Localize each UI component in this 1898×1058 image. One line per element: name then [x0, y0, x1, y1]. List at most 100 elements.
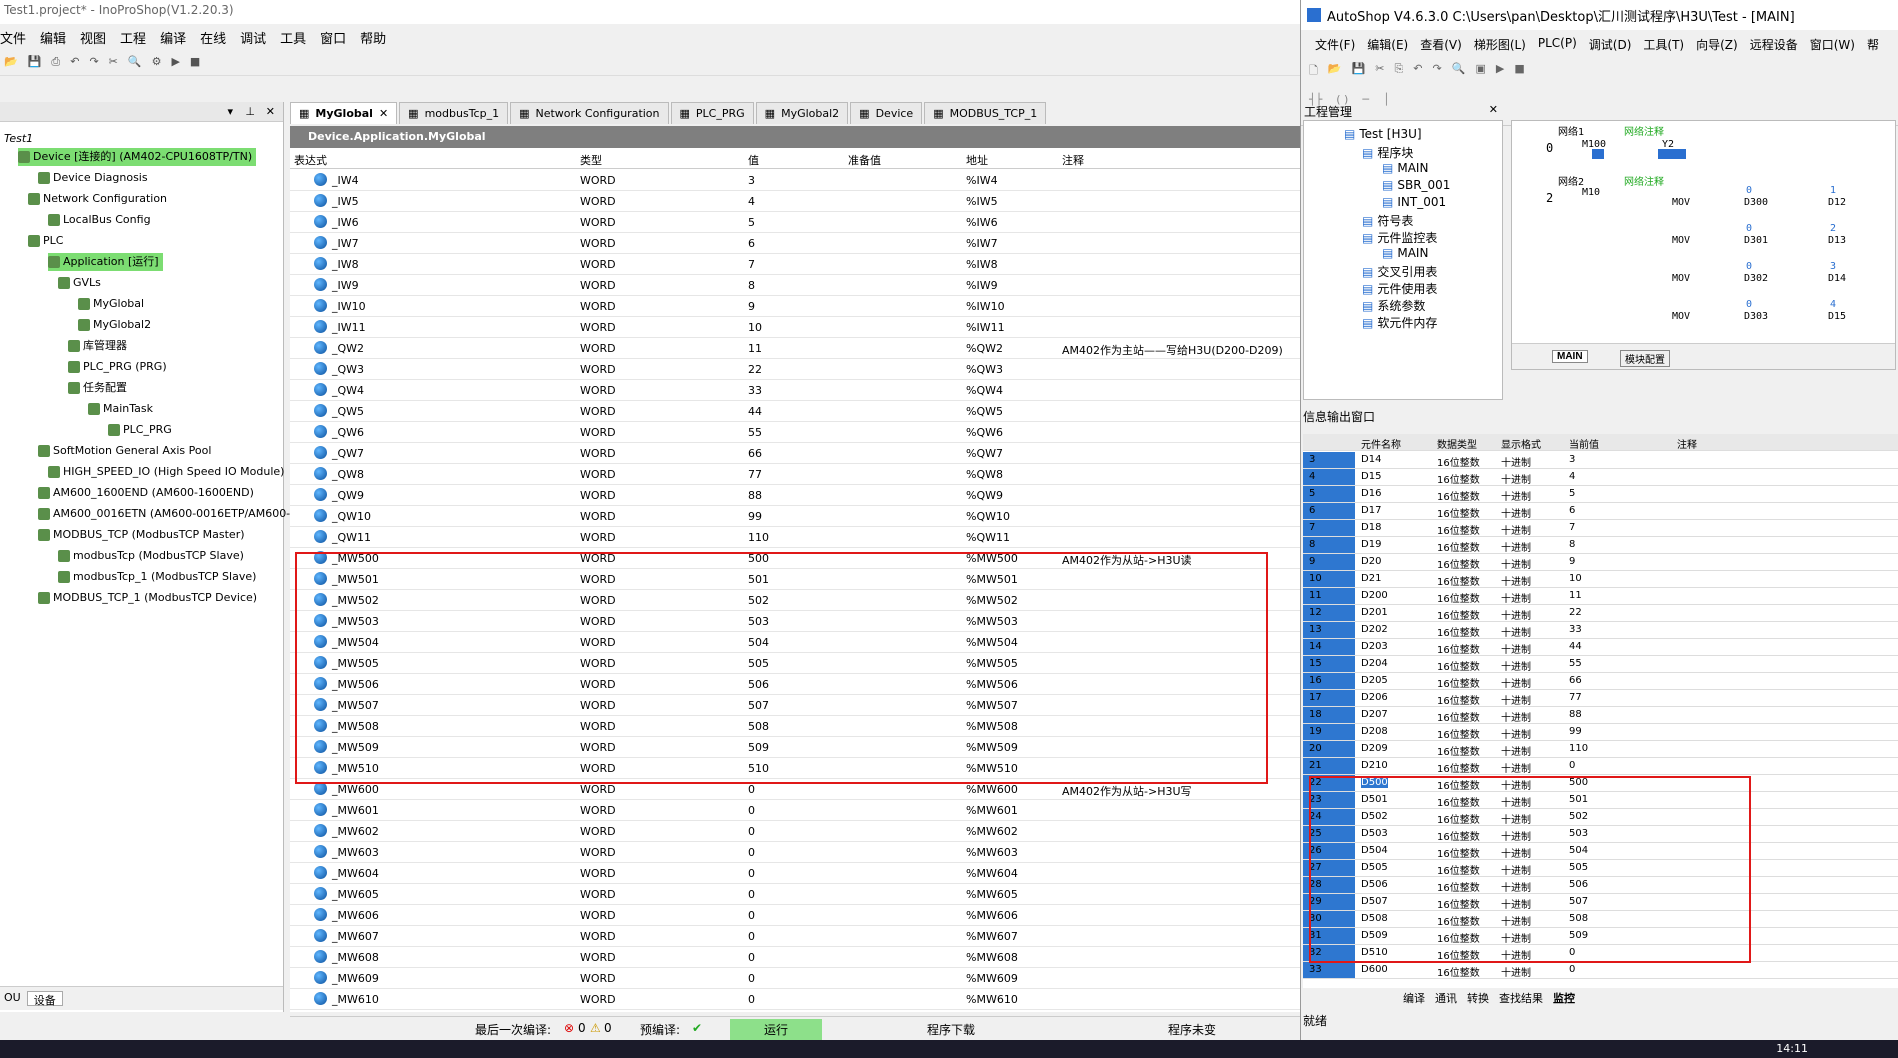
tree-item[interactable]: PLC_PRG (PRG) — [68, 358, 167, 376]
table-row[interactable]: _MW501 WORD 501 %MW501 — [290, 569, 1300, 590]
column-header[interactable]: 表达式 — [294, 152, 327, 168]
table-row[interactable]: _MW508 WORD 508 %MW508 — [290, 716, 1300, 737]
monitor-row[interactable]: 15 D204 16位整数 十进制 55 — [1303, 656, 1898, 673]
tab-module-config[interactable]: 模块配置 — [1620, 350, 1670, 367]
close-icon[interactable]: ✕ — [1489, 103, 1498, 116]
menu-item-0[interactable]: 文件 — [0, 28, 26, 48]
undo-icon[interactable]: ↶ — [70, 55, 79, 68]
device-tab[interactable]: 设备 — [26, 991, 63, 1007]
monitor-row[interactable]: 3 D14 16位整数 十进制 3 — [1303, 452, 1898, 469]
monitor-row[interactable]: 17 D206 16位整数 十进制 77 — [1303, 690, 1898, 707]
autoshop-menu-item[interactable]: PLC(P) — [1538, 36, 1577, 50]
output-tab[interactable]: 编译 — [1403, 990, 1425, 1006]
column-header[interactable]: 类型 — [580, 152, 602, 168]
tree-item[interactable]: SoftMotion General Axis Pool — [38, 442, 211, 460]
menu-item-2[interactable]: 视图 — [80, 28, 106, 48]
monitor-row[interactable]: 31 D509 16位整数 十进制 509 — [1303, 928, 1898, 945]
redo-icon[interactable]: ↷ — [89, 55, 98, 68]
output-tab[interactable]: 查找结果 — [1499, 990, 1543, 1006]
table-row[interactable]: _MW601 WORD 0 %MW601 — [290, 800, 1300, 821]
output-tab[interactable]: 通讯 — [1435, 990, 1457, 1006]
table-row[interactable]: _MW500 WORD 500 %MW500 AM402作为从站->H3U读 — [290, 548, 1300, 569]
tab-main[interactable]: MAIN — [1552, 350, 1588, 363]
monitor-row[interactable]: 21 D210 16位整数 十进制 0 — [1303, 758, 1898, 775]
monitor-row[interactable]: 7 D18 16位整数 十进制 7 — [1303, 520, 1898, 537]
menu-item-6[interactable]: 调试 — [240, 28, 266, 48]
table-row[interactable]: _MW506 WORD 506 %MW506 — [290, 674, 1300, 695]
editor-tab[interactable]: ▦ MyGlobal ✕ — [290, 102, 398, 124]
monitor-row[interactable]: 28 D506 16位整数 十进制 506 — [1303, 877, 1898, 894]
tree-item[interactable]: Device Diagnosis — [38, 169, 148, 187]
menu-item-9[interactable]: 帮助 — [360, 28, 386, 48]
tree-item[interactable]: AM600_0016ETN (AM600-0016ETP/AM600-0 — [38, 505, 297, 523]
tree-item[interactable]: HIGH_SPEED_IO (High Speed IO Module) — [48, 463, 284, 481]
table-row[interactable]: _MW605 WORD 0 %MW605 — [290, 884, 1300, 905]
tree-root[interactable]: Test1 — [4, 130, 33, 148]
save-icon[interactable]: 💾 — [28, 55, 42, 68]
column-header[interactable]: 当前值 — [1569, 436, 1599, 451]
build-icon[interactable]: ⚙ — [152, 55, 162, 68]
mov-operand[interactable]: 0 — [1746, 223, 1752, 234]
table-row[interactable]: _MW503 WORD 503 %MW503 — [290, 611, 1300, 632]
table-row[interactable]: _MW607 WORD 0 %MW607 — [290, 926, 1300, 947]
column-header[interactable]: 值 — [748, 152, 759, 168]
mov-opcode[interactable]: MOV — [1672, 197, 1690, 208]
mov-operand[interactable]: 0 — [1746, 185, 1752, 196]
project-tree-item[interactable]: ▤ 符号表 — [1362, 212, 1413, 229]
menu-item-1[interactable]: 编辑 — [40, 28, 66, 48]
editor-tab[interactable]: ▦ PLC_PRG — [670, 102, 754, 124]
mov-opcode[interactable]: MOV — [1672, 273, 1690, 284]
output-tab[interactable]: 监控 — [1553, 990, 1575, 1006]
monitor-row[interactable]: 6 D17 16位整数 十进制 6 — [1303, 503, 1898, 520]
hline-icon[interactable]: ─ — [1362, 93, 1369, 106]
table-row[interactable]: _MW604 WORD 0 %MW604 — [290, 863, 1300, 884]
monitor-row[interactable]: 29 D507 16位整数 十进制 507 — [1303, 894, 1898, 911]
column-header[interactable]: 注释 — [1677, 436, 1697, 451]
menu-item-4[interactable]: 编译 — [160, 28, 186, 48]
autoshop-menu-item[interactable]: 文件(F) — [1315, 36, 1355, 52]
table-row[interactable]: _QW4 WORD 33 %QW4 — [290, 380, 1300, 401]
column-header[interactable]: 元件名称 — [1361, 436, 1401, 451]
mov-opcode[interactable]: MOV — [1672, 311, 1690, 322]
monitor-row[interactable]: 5 D16 16位整数 十进制 5 — [1303, 486, 1898, 503]
table-row[interactable]: _QW10 WORD 99 %QW10 — [290, 506, 1300, 527]
table-row[interactable]: _MW502 WORD 502 %MW502 — [290, 590, 1300, 611]
menu-item-7[interactable]: 工具 — [280, 28, 306, 48]
output-tab-prefix[interactable]: OU — [4, 991, 21, 1006]
monitor-row[interactable]: 8 D19 16位整数 十进制 8 — [1303, 537, 1898, 554]
autoshop-menu-item[interactable]: 调试(D) — [1589, 36, 1632, 52]
monitor-row[interactable]: 32 D510 16位整数 十进制 0 — [1303, 945, 1898, 962]
project-tree-item[interactable]: ▤ 程序块 — [1362, 144, 1413, 161]
contact-m100[interactable] — [1592, 149, 1604, 159]
tree-item[interactable]: modbusTcp_1 (ModbusTCP Slave) — [58, 568, 256, 586]
project-tree-item[interactable]: ▤ 系统参数 — [1362, 297, 1425, 314]
monitor-row[interactable]: 27 D505 16位整数 十进制 505 — [1303, 860, 1898, 877]
autoshop-menu-item[interactable]: 工具(T) — [1643, 36, 1684, 52]
mov-operand[interactable]: 4 — [1830, 299, 1836, 310]
project-tree-item[interactable]: ▤ SBR_001 — [1382, 178, 1450, 192]
project-tree-item[interactable]: ▤ 元件使用表 — [1362, 280, 1437, 297]
run-icon[interactable]: ▶ — [1496, 62, 1504, 81]
autoshop-menu-item[interactable]: 梯形图(L) — [1474, 36, 1526, 52]
project-tree-item[interactable]: ▤ INT_001 — [1382, 195, 1446, 209]
table-row[interactable]: _MW507 WORD 507 %MW507 — [290, 695, 1300, 716]
mov-operand[interactable]: D302 — [1744, 273, 1768, 284]
mov-operand[interactable]: 0 — [1746, 261, 1752, 272]
autoshop-menu-item[interactable]: 窗口(W) — [1810, 36, 1855, 52]
project-tree-item[interactable]: ▤ MAIN — [1382, 246, 1428, 260]
tree-item[interactable]: AM600_1600END (AM600-1600END) — [38, 484, 254, 502]
open-icon[interactable]: 📂 — [1328, 62, 1342, 81]
coil-y2[interactable] — [1658, 149, 1686, 159]
cut-icon[interactable]: ✂ — [1375, 62, 1384, 81]
monitor-row[interactable]: 22 D500 16位整数 十进制 500 — [1303, 775, 1898, 792]
column-header[interactable]: 准备值 — [848, 152, 881, 168]
table-row[interactable]: _MW504 WORD 504 %MW504 — [290, 632, 1300, 653]
mov-operand[interactable]: D12 — [1828, 197, 1846, 208]
mov-operand[interactable]: 3 — [1830, 261, 1836, 272]
tree-item[interactable]: MyGlobal2 — [78, 316, 151, 334]
chevron-down-icon[interactable]: ▾ — [227, 105, 233, 118]
menu-item-8[interactable]: 窗口 — [320, 28, 346, 48]
autoshop-menu-item[interactable]: 向导(Z) — [1696, 36, 1738, 52]
table-row[interactable]: _MW600 WORD 0 %MW600 AM402作为从站->H3U写 — [290, 779, 1300, 800]
monitor-row[interactable]: 12 D201 16位整数 十进制 22 — [1303, 605, 1898, 622]
